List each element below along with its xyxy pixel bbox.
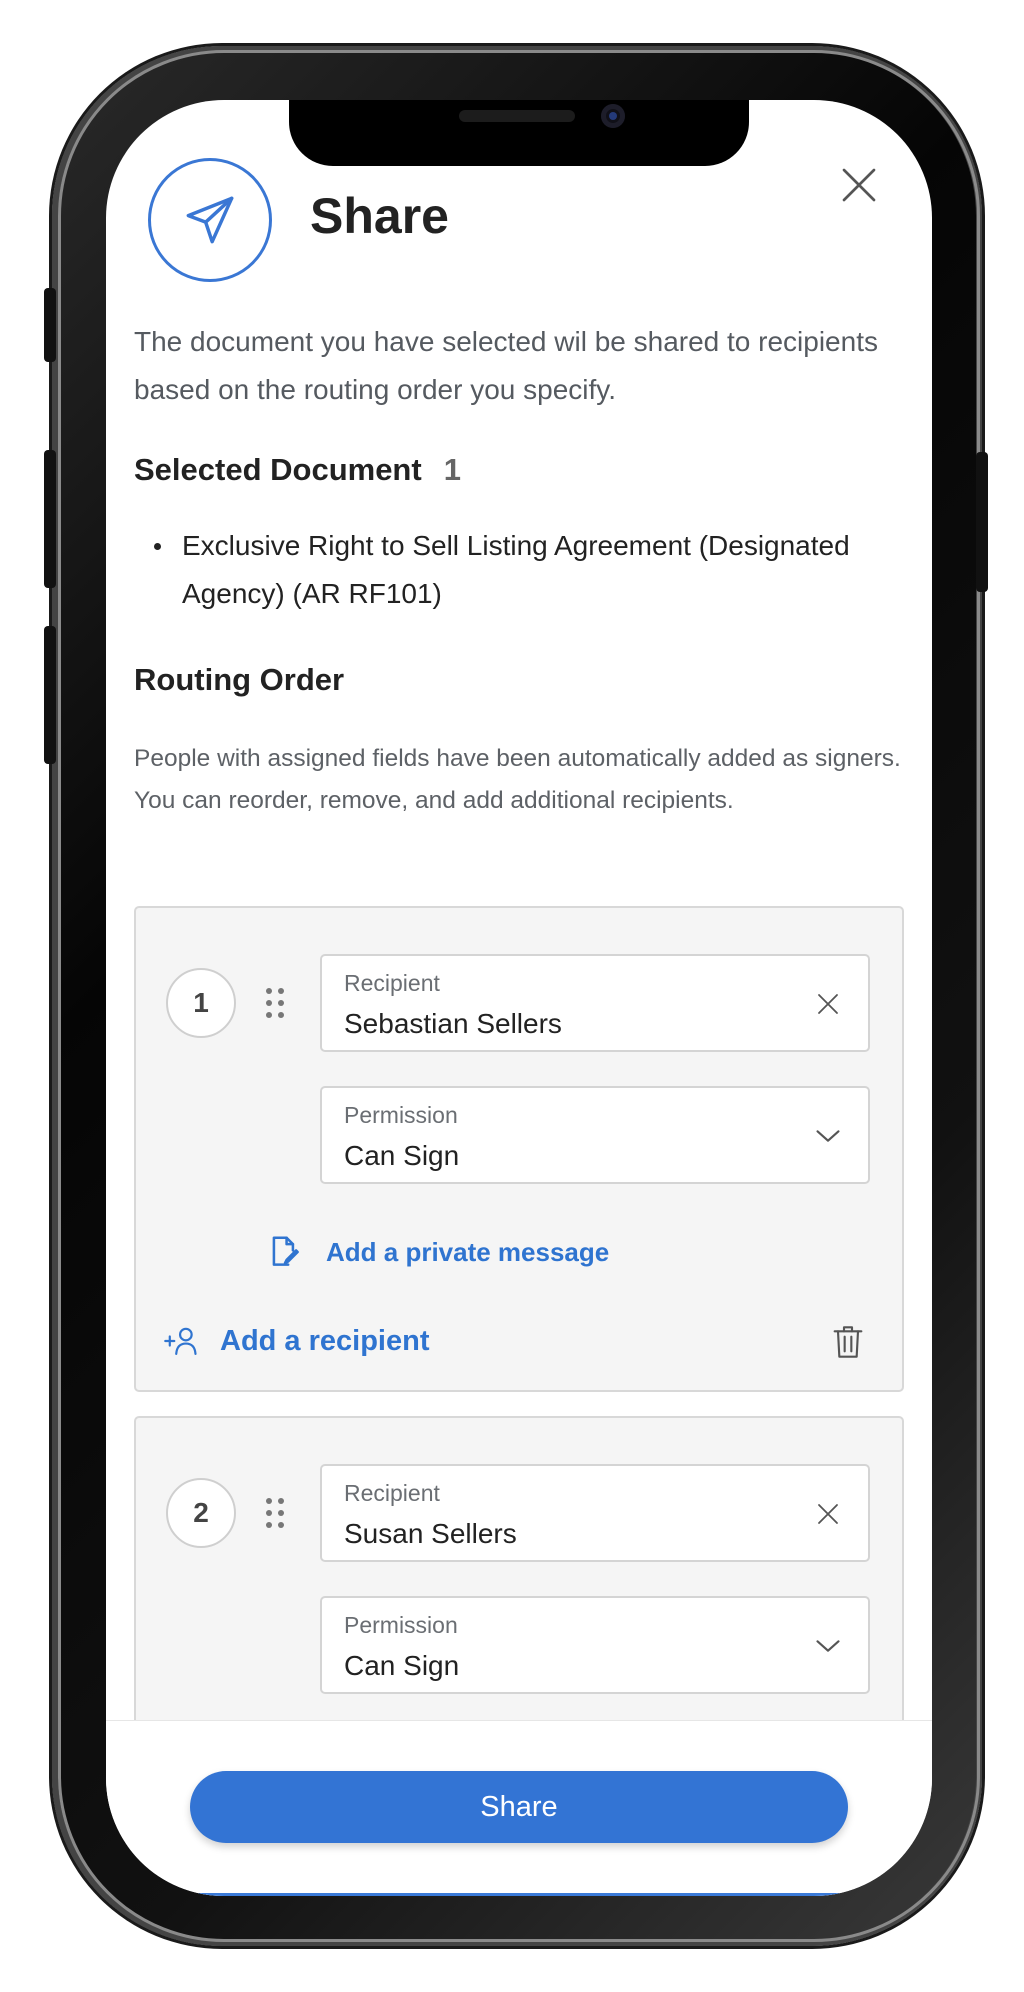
permission-dropdown-toggle[interactable] (808, 1626, 848, 1666)
phone-power-button (976, 452, 988, 592)
front-camera (601, 104, 625, 128)
permission-dropdown-toggle[interactable] (808, 1116, 848, 1156)
routing-order-description: People with assigned fields have been au… (134, 745, 901, 814)
add-user-icon (164, 1327, 197, 1355)
permission-value: Can Sign (344, 1650, 460, 1681)
clear-icon (818, 994, 838, 1014)
selected-document-count: 1 (443, 452, 461, 487)
page-title: Share (310, 188, 449, 244)
recipient-label: Recipient (344, 1480, 440, 1506)
screen: Share The document you have selected wil… (106, 100, 932, 1896)
phone-silent-switch (44, 288, 56, 362)
close-icon (842, 168, 876, 202)
permission-select[interactable]: Permission Can Sign (320, 1086, 870, 1184)
recipient-field[interactable]: Recipient Susan Sellers (320, 1464, 870, 1562)
permission-select[interactable]: Permission Can Sign (320, 1596, 870, 1694)
add-recipient-button[interactable]: Add a recipient (164, 1316, 430, 1366)
close-button[interactable] (834, 160, 884, 210)
selected-document-label: Selected Document (134, 452, 422, 487)
footer-accent-line (166, 1893, 872, 1896)
list-item: Exclusive Right to Sell Listing Agreemen… (134, 522, 874, 618)
clear-recipient-button[interactable] (808, 1494, 848, 1534)
order-number-badge: 2 (166, 1478, 236, 1548)
clear-icon (818, 1504, 838, 1524)
drag-handle-icon[interactable] (266, 988, 286, 1020)
recipient-label: Recipient (344, 970, 440, 996)
recipient-value: Susan Sellers (344, 1518, 517, 1549)
routing-order-heading: Routing Order (134, 662, 345, 697)
add-private-message-label: Add a private message (326, 1236, 610, 1267)
order-number-badge: 1 (166, 968, 236, 1038)
share-dialog: Share The document you have selected wil… (106, 100, 932, 1776)
document-list: Exclusive Right to Sell Listing Agreemen… (134, 522, 874, 618)
clear-recipient-button[interactable] (808, 984, 848, 1024)
phone-volume-up-button (44, 450, 56, 588)
delete-recipient-button[interactable] (828, 1320, 868, 1364)
permission-value: Can Sign (344, 1140, 460, 1171)
recipient-field[interactable]: Recipient Sebastian Sellers (320, 954, 870, 1052)
selected-document-heading: Selected Document 1 (134, 450, 461, 490)
speaker-grille (459, 110, 575, 122)
intro-text: The document you have selected wil be sh… (134, 326, 878, 405)
trash-icon (833, 1326, 863, 1358)
drag-handle-icon[interactable] (266, 1498, 286, 1530)
recipient-value: Sebastian Sellers (344, 1008, 562, 1039)
share-button[interactable]: Share (190, 1771, 848, 1843)
notch (289, 100, 749, 166)
footer: Share (106, 1720, 932, 1896)
add-recipient-label: Add a recipient (220, 1324, 430, 1357)
chevron-down-icon (816, 1640, 840, 1652)
recipient-card-1: 1 Recipient Sebastian Sellers Permission… (134, 906, 904, 1392)
add-private-message-link[interactable]: Add a private message (266, 1230, 609, 1274)
permission-label: Permission (344, 1612, 458, 1638)
chevron-down-icon (816, 1130, 840, 1142)
edit-document-icon (272, 1236, 299, 1266)
permission-label: Permission (344, 1102, 458, 1128)
paper-plane-icon (148, 158, 272, 282)
phone-volume-down-button (44, 626, 56, 764)
